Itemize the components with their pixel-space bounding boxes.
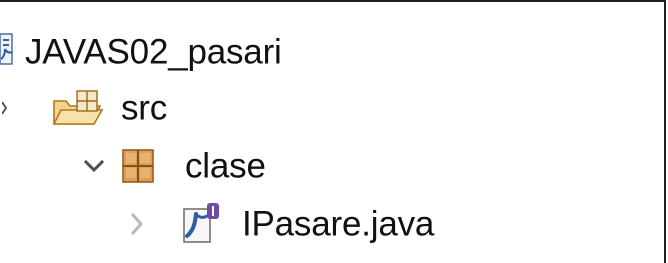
project-label: JAVAS02_pasari bbox=[25, 32, 282, 72]
package-explorer-tree: JAVAS02_pasari src clase IPasare.java bbox=[0, 0, 666, 263]
package-icon bbox=[122, 149, 154, 183]
java-project-icon bbox=[0, 33, 13, 65]
chevron-right-icon[interactable] bbox=[130, 213, 144, 235]
file-label: IPasare.java bbox=[242, 204, 435, 244]
chevron-down-icon[interactable] bbox=[84, 159, 104, 173]
source-folder-icon bbox=[52, 90, 104, 125]
collapsed-arrow-icon[interactable] bbox=[2, 100, 8, 116]
tree-item-file[interactable]: IPasare.java bbox=[0, 196, 664, 252]
src-label: src bbox=[121, 88, 168, 128]
tree-item-package[interactable]: clase bbox=[0, 138, 664, 194]
package-label: clase bbox=[185, 146, 266, 186]
tree-item-src[interactable]: src bbox=[0, 80, 664, 136]
tree-item-project[interactable]: JAVAS02_pasari bbox=[0, 24, 664, 80]
java-interface-file-icon bbox=[183, 203, 219, 243]
